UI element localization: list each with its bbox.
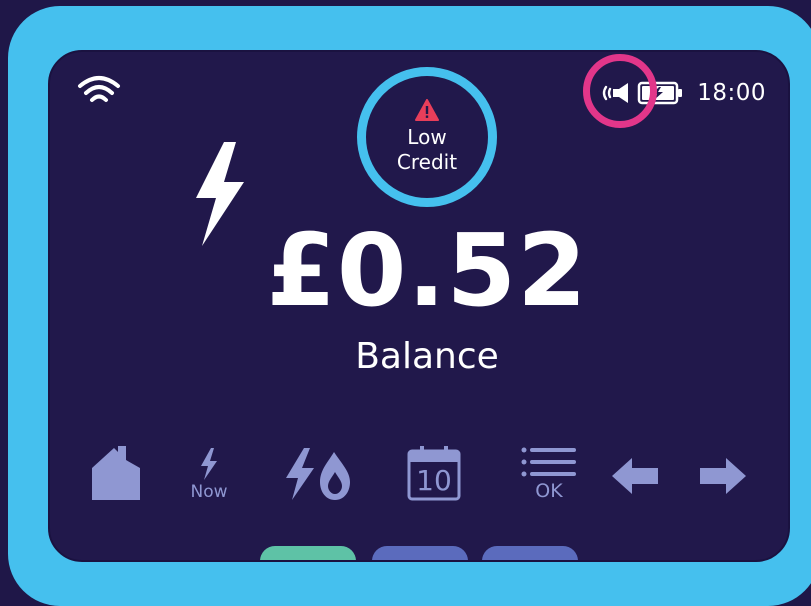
calendar-button[interactable]: 10	[406, 446, 462, 506]
speaker-highlight-ring	[583, 54, 657, 128]
tab-3[interactable]	[482, 546, 578, 560]
electricity-gas-icon[interactable]	[284, 448, 352, 500]
now-label: Now	[190, 482, 228, 502]
arrow-right-icon[interactable]	[700, 458, 746, 494]
wifi-icon	[78, 76, 120, 102]
list-icon	[521, 447, 576, 477]
alert-line-1: Low	[407, 125, 447, 149]
menu-ok-button[interactable]: OK	[518, 446, 580, 506]
clock-time: 18:00	[697, 80, 766, 106]
tab-1[interactable]	[260, 546, 356, 560]
warning-icon	[415, 99, 439, 121]
low-credit-alert[interactable]: Low Credit	[357, 67, 497, 207]
display-screen: 18:00 Low Credit £0.52 Balance Now 10 OK	[48, 50, 790, 562]
tab-indicator-row	[260, 546, 590, 560]
device-frame: 18:00 Low Credit £0.52 Balance Now 10 OK	[8, 6, 811, 606]
balance-amount: £0.52	[266, 212, 588, 329]
balance-label: Balance	[355, 336, 499, 377]
alert-line-2: Credit	[396, 150, 458, 174]
now-button[interactable]: Now	[184, 448, 234, 506]
bottom-navigation: Now 10 OK	[50, 446, 788, 516]
ok-label: OK	[535, 480, 563, 502]
tab-2[interactable]	[372, 546, 468, 560]
calendar-day: 10	[416, 464, 452, 497]
arrow-left-icon[interactable]	[612, 458, 658, 494]
bolt-icon	[201, 448, 217, 480]
home-icon[interactable]	[92, 446, 140, 500]
